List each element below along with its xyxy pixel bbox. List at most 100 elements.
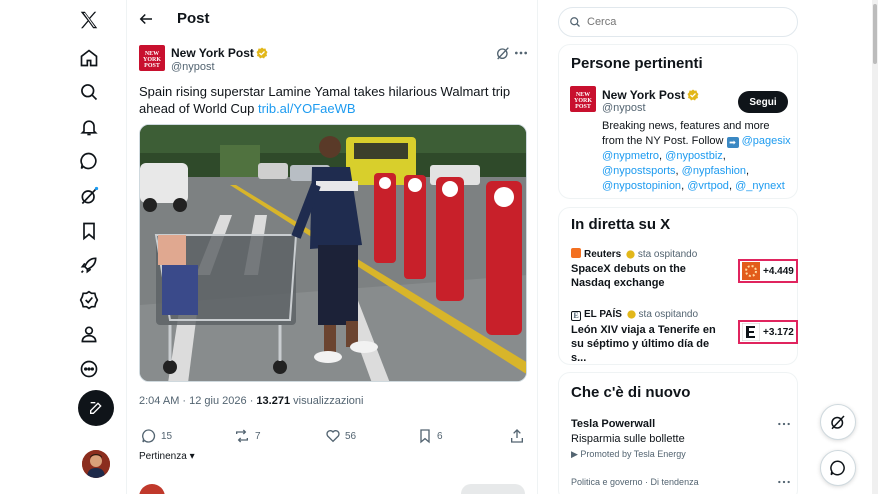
live-source: Reuters sta ospitando: [571, 248, 697, 260]
hosting-label: sta ospitando: [637, 249, 698, 260]
relevant-avatar[interactable]: NEW YORK POST: [570, 86, 596, 112]
promo-label: Promoted by Tesla Energy: [580, 449, 686, 459]
reply-button[interactable]: 15: [141, 426, 172, 446]
search-icon[interactable]: [74, 77, 104, 107]
sort-dropdown[interactable]: Pertinenza ▾: [139, 451, 195, 462]
home-icon[interactable]: [74, 43, 104, 73]
trend-promo: ▶ Promoted by Tesla Energy: [571, 449, 686, 460]
rocket-icon[interactable]: [74, 250, 104, 280]
search-input[interactable]: [587, 16, 787, 28]
elpais-logo-icon: E: [571, 311, 581, 321]
reply-avatar[interactable]: [139, 484, 165, 494]
author-handle[interactable]: @nypost: [171, 61, 215, 73]
repost-count: 7: [255, 430, 261, 442]
trend-title[interactable]: Tesla Powerwall: [571, 418, 655, 430]
repost-icon: [236, 429, 248, 443]
sort-label: Pertinenza: [139, 451, 187, 462]
post-timestamp[interactable]: 2:04 AM · 12 giu 2026 ·: [139, 395, 256, 407]
relevant-handle[interactable]: @nypost: [602, 102, 646, 114]
share-icon: [511, 429, 523, 443]
promoted-icon: ▶: [571, 449, 581, 459]
live-source: E EL PAÍS sta ospitando: [571, 309, 698, 321]
more-circle-icon[interactable]: [74, 354, 104, 384]
arrow-right-icon: ➡: [726, 137, 739, 148]
post-meta: 2:04 AM · 12 giu 2026 · 13.271 visualizz…: [139, 395, 363, 407]
verified-badge-icon: [627, 310, 636, 319]
bio-link[interactable]: @nypfashion: [682, 165, 746, 177]
bio-link[interactable]: @vrtpod: [687, 180, 729, 192]
live-card: In diretta su X Reuters sta ospitando Sp…: [558, 207, 798, 365]
chevron-down-icon: ▾: [186, 451, 195, 462]
more-options-icon[interactable]: [777, 477, 791, 487]
post-link[interactable]: trib.al/YOFaeWB: [258, 101, 356, 116]
avatar[interactable]: [82, 450, 110, 478]
profile-icon[interactable]: [74, 319, 104, 349]
right-sidebar: Persone pertinenti NEW YORK POST New Yor…: [548, 0, 878, 494]
live-listeners-count: +4.449: [763, 265, 794, 277]
whats-new-title: Che c'è di nuovo: [571, 384, 691, 401]
reply-action-pill[interactable]: [461, 484, 525, 494]
page-title: Post: [177, 10, 210, 27]
bio-link[interactable]: @nypostopinion: [602, 180, 681, 192]
search-box[interactable]: [558, 7, 798, 37]
bio-link[interactable]: @pagesix: [742, 135, 791, 147]
like-count: 56: [345, 430, 357, 442]
trend-subtitle[interactable]: Risparmia sulle bollette: [571, 433, 685, 445]
live-source-name: Reuters: [584, 249, 622, 260]
scrollbar-thumb[interactable]: [873, 4, 877, 64]
post-column: Post NEW YORK POST New York Post @nypost…: [126, 0, 538, 494]
left-nav: [0, 0, 126, 494]
share-button[interactable]: [509, 426, 529, 446]
grok-icon[interactable]: [74, 181, 104, 211]
relevant-people-title: Persone pertinenti: [571, 55, 703, 72]
post-text: Spain rising superstar Lamine Yamal take…: [139, 83, 531, 117]
repost-button[interactable]: 7: [233, 426, 261, 446]
bookmark-count: 6: [437, 430, 443, 442]
post-image[interactable]: [139, 124, 527, 382]
heart-icon: [326, 430, 340, 443]
live-title: In diretta su X: [571, 216, 671, 233]
bell-icon[interactable]: [74, 112, 104, 142]
author-avatar[interactable]: NEW YORK POST: [139, 45, 165, 71]
views-count: 13.271: [256, 395, 291, 407]
compose-button[interactable]: [78, 390, 114, 426]
author-name[interactable]: New York Post: [171, 46, 254, 60]
whats-new-card: Che c'è di nuovo Tesla Powerwall Risparm…: [558, 372, 798, 494]
relevant-name-row[interactable]: New York Post: [602, 88, 699, 102]
bio-link[interactable]: @nypmetro: [602, 150, 659, 162]
post-header: Post: [127, 0, 539, 38]
follow-button[interactable]: Segui: [738, 91, 788, 113]
reuters-logo-icon: [571, 248, 581, 258]
live-item-title[interactable]: León XIV viaja a Tenerife en su séptimo …: [571, 323, 721, 365]
live-listeners-badge[interactable]: +4.449: [738, 259, 798, 283]
live-listeners-count: +3.172: [763, 326, 794, 338]
messages-float-button[interactable]: [820, 450, 856, 486]
bio-link[interactable]: @nypostsports: [602, 165, 676, 177]
bookmark-button[interactable]: 6: [417, 426, 443, 446]
reply-count: 15: [161, 430, 173, 442]
bookmark-icon[interactable]: [74, 216, 104, 246]
bio-link[interactable]: @_nynext: [735, 180, 785, 192]
like-button[interactable]: 56: [325, 426, 356, 446]
trend-category[interactable]: Politica e governo · Di tendenza: [571, 477, 699, 487]
more-options-icon[interactable]: [777, 419, 791, 429]
relevant-name[interactable]: New York Post: [602, 88, 685, 102]
action-bar: 15 7 56 6: [127, 426, 539, 446]
more-options-icon[interactable]: [513, 45, 529, 61]
messages-icon[interactable]: [74, 146, 104, 176]
search-icon: [570, 17, 580, 27]
x-logo-icon[interactable]: [74, 5, 104, 35]
live-item-title[interactable]: SpaceX debuts on the Nasdaq exchange: [571, 262, 721, 290]
bio-link[interactable]: @nypostbiz: [665, 150, 723, 162]
scrollbar[interactable]: [872, 0, 878, 494]
grok-explain-icon[interactable]: [495, 45, 511, 61]
grok-float-button[interactable]: [820, 404, 856, 440]
verified-badge-icon: [687, 89, 699, 101]
live-listeners-badge[interactable]: +3.172: [738, 320, 798, 344]
reply-icon: [142, 429, 156, 443]
author-name-row[interactable]: New York Post: [171, 46, 268, 60]
grok-icon: [831, 415, 845, 430]
verified-icon[interactable]: [74, 285, 104, 315]
verified-badge-icon: [256, 47, 268, 59]
back-arrow-icon[interactable]: [137, 10, 155, 28]
